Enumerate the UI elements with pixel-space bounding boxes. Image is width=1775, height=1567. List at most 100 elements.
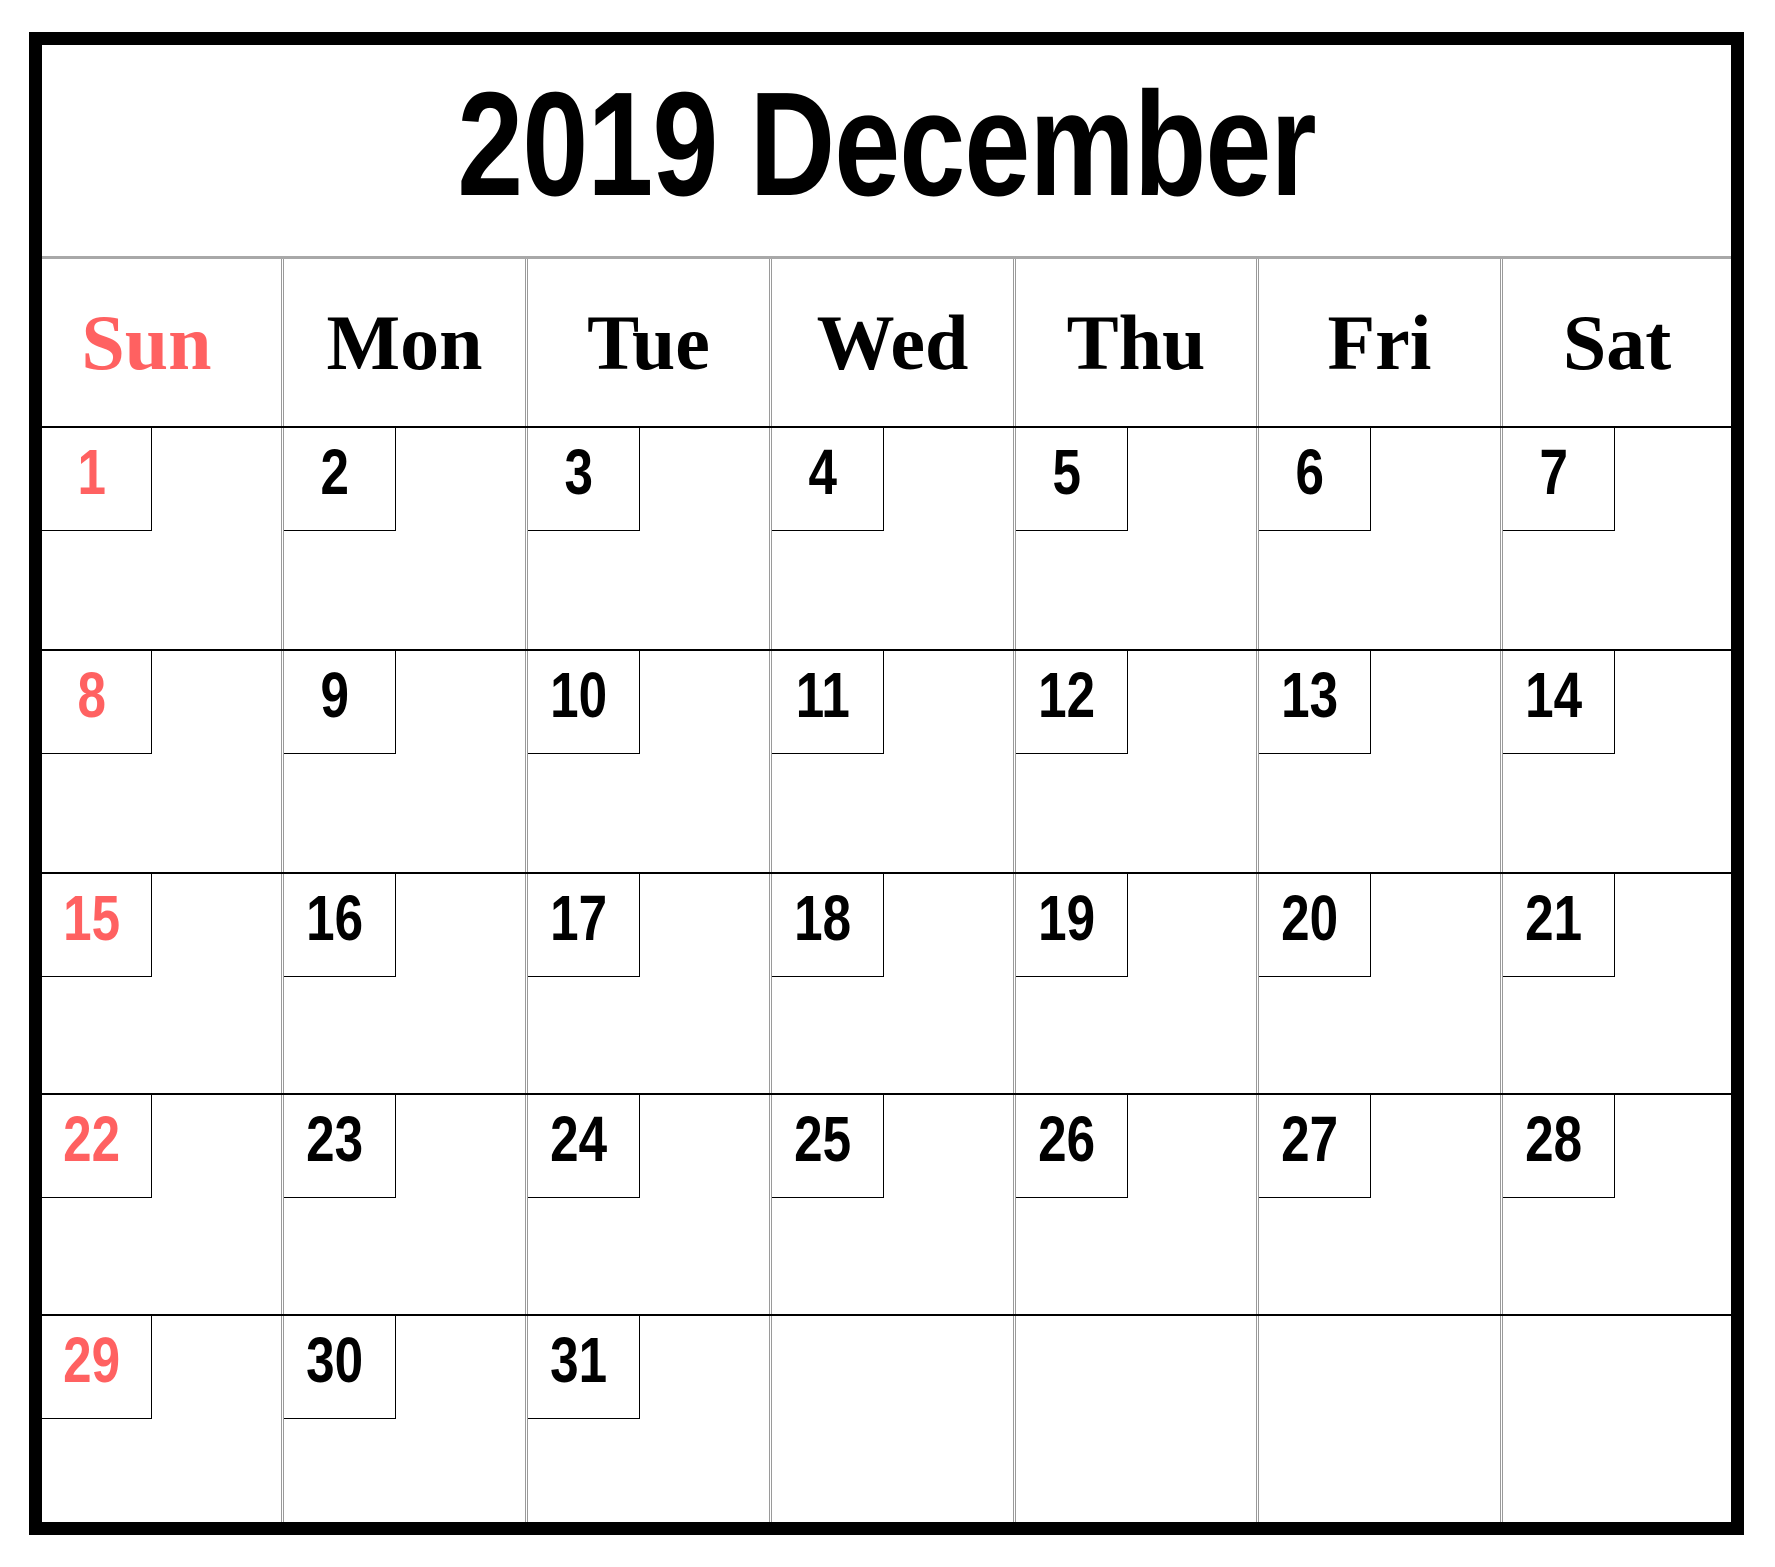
- day-number: 3: [564, 436, 593, 508]
- day-cell-28[interactable]: 28: [1500, 1094, 1731, 1314]
- date-box: 1: [42, 427, 152, 531]
- date-box: 15: [42, 873, 152, 977]
- weekday-header-mon: Mon: [281, 259, 525, 426]
- date-box: 26: [1016, 1094, 1128, 1198]
- date-box: 12: [1016, 650, 1128, 754]
- date-box: 23: [284, 1094, 396, 1198]
- weekday-header-sat: Sat: [1500, 259, 1731, 426]
- day-cell-13[interactable]: 13: [1256, 650, 1500, 872]
- day-number: 10: [550, 659, 607, 731]
- day-number: 19: [1038, 882, 1095, 954]
- day-cell-10[interactable]: 10: [525, 650, 769, 872]
- day-number: 2: [320, 436, 349, 508]
- date-box: 4: [772, 427, 884, 531]
- empty-day-cell[interactable]: [769, 1316, 1013, 1522]
- date-box: 6: [1259, 427, 1371, 531]
- date-box: 25: [772, 1094, 884, 1198]
- day-cell-30[interactable]: 30: [281, 1315, 525, 1522]
- day-number: 24: [550, 1103, 607, 1175]
- day-cell-2[interactable]: 2: [281, 427, 525, 649]
- day-cell-11[interactable]: 11: [769, 650, 1013, 872]
- date-box: 22: [42, 1094, 152, 1198]
- day-cell-24[interactable]: 24: [525, 1094, 769, 1314]
- day-number: 27: [1281, 1103, 1338, 1175]
- day-number: 1: [77, 436, 106, 508]
- calendar-grid: Sun Mon Tue Wed Thu Fri Sat 1 2 3 4 5 6 7 8 9 10 11 12 13 1…: [42, 259, 1731, 1522]
- day-cell-8[interactable]: 8: [42, 650, 281, 872]
- date-box: 16: [284, 873, 396, 977]
- date-box: 11: [772, 650, 884, 754]
- day-number: 14: [1525, 659, 1582, 731]
- day-cell-9[interactable]: 9: [281, 650, 525, 872]
- weekday-header-thu: Thu: [1013, 259, 1256, 426]
- day-cell-16[interactable]: 16: [281, 873, 525, 1093]
- day-cell-29[interactable]: 29: [42, 1315, 281, 1522]
- day-cell-3[interactable]: 3: [525, 427, 769, 649]
- day-cell-5[interactable]: 5: [1013, 427, 1256, 649]
- date-box: 8: [42, 650, 152, 754]
- day-number: 11: [795, 659, 850, 731]
- calendar: 2019 December Sun Mon Tue Wed Thu Fri Sat 1234…: [29, 32, 1744, 1535]
- day-cell-18[interactable]: 18: [769, 873, 1013, 1093]
- date-box: 31: [528, 1315, 640, 1419]
- date-box: 27: [1259, 1094, 1371, 1198]
- day-number: 16: [306, 882, 363, 954]
- day-cell-6[interactable]: 6: [1256, 427, 1500, 649]
- empty-day-cell[interactable]: [1256, 1316, 1500, 1522]
- day-number: 18: [794, 882, 851, 954]
- calendar-title-text: 2019 December: [457, 62, 1316, 227]
- date-box: 7: [1503, 427, 1615, 531]
- day-cell-19[interactable]: 19: [1013, 873, 1256, 1093]
- day-cell-25[interactable]: 25: [769, 1094, 1013, 1314]
- day-number: 21: [1525, 882, 1582, 954]
- day-cell-17[interactable]: 17: [525, 873, 769, 1093]
- day-number: 22: [63, 1103, 120, 1175]
- date-box: 5: [1016, 427, 1128, 531]
- date-box: 10: [528, 650, 640, 754]
- week-row: 15 16 17 18 19 20 21: [42, 872, 1731, 1093]
- date-box: 18: [772, 873, 884, 977]
- date-box: 17: [528, 873, 640, 977]
- weekday-header-fri: Fri: [1256, 259, 1500, 426]
- day-number: 12: [1038, 659, 1095, 731]
- week-row: 22 23 24 25 26 27 28: [42, 1093, 1731, 1314]
- weekday-header-wed: Wed: [769, 259, 1013, 426]
- day-cell-12[interactable]: 12: [1013, 650, 1256, 872]
- date-box: 9: [284, 650, 396, 754]
- date-box: 3: [528, 427, 640, 531]
- date-box: 20: [1259, 873, 1371, 977]
- day-cell-21[interactable]: 21: [1500, 873, 1731, 1093]
- day-number: 15: [63, 882, 120, 954]
- day-number: 28: [1525, 1103, 1582, 1175]
- day-number: 4: [808, 436, 837, 508]
- day-cell-23[interactable]: 23: [281, 1094, 525, 1314]
- day-number: 9: [320, 659, 349, 731]
- day-cell-27[interactable]: 27: [1256, 1094, 1500, 1314]
- date-box: 28: [1503, 1094, 1615, 1198]
- calendar-title: 2019 December: [42, 71, 1731, 219]
- day-number: 13: [1281, 659, 1338, 731]
- day-cell-4[interactable]: 4: [769, 427, 1013, 649]
- day-cell-1[interactable]: 1: [42, 427, 281, 649]
- day-cell-22[interactable]: 22: [42, 1094, 281, 1314]
- date-box: 29: [42, 1315, 152, 1419]
- day-number: 31: [550, 1324, 607, 1396]
- day-number: 29: [63, 1324, 120, 1396]
- day-cell-15[interactable]: 15: [42, 873, 281, 1093]
- day-cell-26[interactable]: 26: [1013, 1094, 1256, 1314]
- day-number: 8: [77, 659, 106, 731]
- empty-day-cell[interactable]: [1013, 1316, 1256, 1522]
- day-cell-31[interactable]: 31: [525, 1315, 769, 1522]
- weekday-header-row: Sun Mon Tue Wed Thu Fri Sat: [42, 259, 1731, 426]
- day-number: 6: [1295, 436, 1324, 508]
- day-number: 25: [794, 1103, 851, 1175]
- day-number: 17: [550, 882, 607, 954]
- day-cell-14[interactable]: 14: [1500, 650, 1731, 872]
- week-row: 8 9 10 11 12 13 14: [42, 649, 1731, 872]
- day-number: 5: [1052, 436, 1081, 508]
- day-cell-7[interactable]: 7: [1500, 427, 1731, 649]
- day-cell-20[interactable]: 20: [1256, 873, 1500, 1093]
- weekday-header-tue: Tue: [525, 259, 769, 426]
- date-box: 13: [1259, 650, 1371, 754]
- empty-day-cell[interactable]: [1500, 1316, 1731, 1522]
